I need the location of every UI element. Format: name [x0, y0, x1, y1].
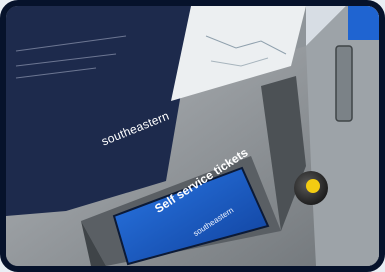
yellow-button [306, 179, 320, 193]
blue-edge [348, 6, 379, 40]
card-column [306, 6, 379, 266]
photo-frame: southeastern Self service tickets southe… [0, 0, 385, 272]
card-slot [335, 45, 353, 122]
ticket-machine-photo [6, 6, 379, 266]
